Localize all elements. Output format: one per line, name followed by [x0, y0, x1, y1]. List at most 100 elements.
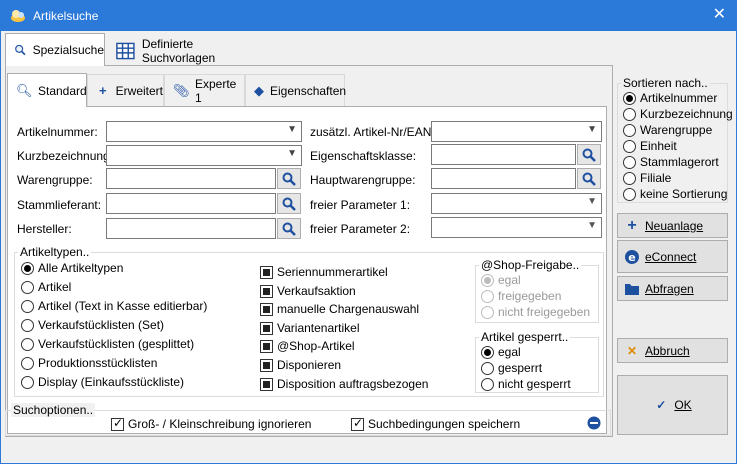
checkbox-label: manuelle Chargenauswahl: [277, 302, 420, 316]
radio-label: egal: [498, 273, 521, 287]
stammlieferant-search-button[interactable]: [277, 193, 301, 214]
hauptwarengruppe-search-button[interactable]: [577, 168, 601, 189]
sort-radio[interactable]: Artikelnummer: [623, 91, 717, 105]
artikeltyp-radio[interactable]: Produktionsstücklisten: [21, 356, 157, 370]
subtab-erweitert[interactable]: + Erweitert: [87, 74, 164, 106]
e-icon: e: [625, 249, 639, 264]
param1-combo[interactable]: ▼: [431, 193, 602, 214]
artikeltyp-radio[interactable]: Verkaufstücklisten (Set): [21, 318, 164, 332]
gesperrt-radio[interactable]: egal: [481, 345, 521, 359]
eigenschaftsklasse-search-button[interactable]: [577, 144, 601, 165]
sort-radio[interactable]: Einheit: [623, 139, 677, 153]
radio-dot: [623, 171, 636, 185]
case-insensitive-checkbox[interactable]: Groß- / Kleinschreibung ignorieren: [111, 416, 311, 431]
artikeltyp-checkbox[interactable]: Disponieren: [260, 358, 341, 372]
button-label: Neuanlage: [645, 218, 704, 233]
radio-dot: [21, 356, 34, 370]
save-conditions-checkbox[interactable]: Suchbedingungen speichern: [351, 416, 521, 431]
radio-dot: [21, 375, 34, 389]
sortieren-title: Sortieren nach..: [621, 76, 710, 90]
param2-combo[interactable]: ▼: [431, 217, 602, 238]
search-icon: 🔍︎: [16, 82, 33, 98]
artikeltyp-radio[interactable]: Artikel (Text in Kasse editierbar): [21, 299, 207, 313]
radio-label: Produktionsstücklisten: [38, 356, 158, 370]
subtab-eigenschaften[interactable]: ◆ Eigenschaften: [245, 74, 347, 106]
collapse-icon[interactable]: [587, 416, 601, 430]
artikeltyp-checkbox[interactable]: Disposition auftragsbezogen: [260, 377, 428, 391]
button-label: eConnect: [645, 249, 697, 264]
artikelnummer-combo[interactable]: ▼: [106, 121, 302, 142]
radio-dot: [481, 377, 494, 391]
warengruppe-search-button[interactable]: [277, 168, 301, 189]
sort-radio[interactable]: keine Sortierung: [623, 187, 727, 201]
close-icon[interactable]: ✕: [713, 5, 726, 25]
app-icon: [11, 10, 25, 22]
folder-icon: [625, 283, 639, 295]
tab-suchvorlagen[interactable]: Definierte Suchvorlagen: [107, 35, 263, 66]
checkbox-label: Seriennummerartikel: [277, 265, 388, 279]
kurzbezeichnung-combo[interactable]: ▼: [106, 145, 302, 166]
subtab-label: Standard: [38, 83, 87, 98]
tab-label: Spezialsuche: [32, 43, 104, 57]
radio-label: Artikel: [38, 280, 72, 294]
checkbox-box: [351, 416, 364, 431]
radio-label: keine Sortierung: [640, 187, 728, 201]
radio-dot: [21, 299, 34, 313]
sort-radio[interactable]: Filiale: [623, 171, 671, 185]
artikeltyp-checkbox[interactable]: manuelle Chargenauswahl: [260, 302, 419, 316]
econnect-button[interactable]: e eConnect: [617, 240, 728, 273]
chevron-down-icon[interactable]: ▼: [287, 148, 297, 159]
radio-label: Verkaufstücklisten (Set): [38, 318, 165, 332]
gesperrt-radio[interactable]: gesperrt: [481, 361, 542, 375]
svg-text:e: e: [628, 251, 635, 264]
cancel-icon: ✕: [626, 343, 638, 358]
hersteller-search-button[interactable]: [277, 218, 301, 239]
chevron-down-icon[interactable]: ▼: [587, 220, 597, 231]
chevron-down-icon[interactable]: ▼: [287, 124, 297, 135]
artikeltyp-radio[interactable]: Alle Artikeltypen: [21, 261, 123, 275]
artikeltyp-radio[interactable]: Verkaufstücklisten (gesplittet): [21, 337, 194, 351]
eigenschaftsklasse-input[interactable]: [431, 144, 576, 165]
warengruppe-input[interactable]: [106, 168, 276, 189]
window-title: Artikelsuche: [33, 9, 99, 23]
artikeltyp-checkbox[interactable]: Seriennummerartikel: [260, 265, 388, 279]
artikeltyp-radio[interactable]: Artikel: [21, 280, 71, 294]
sort-radio[interactable]: Kurzbezeichnung: [623, 107, 733, 121]
checkbox-box: [260, 284, 273, 298]
gesperrt-radio[interactable]: nicht gesperrt: [481, 377, 571, 391]
abfragen-button[interactable]: Abfragen: [617, 276, 728, 301]
hersteller-input[interactable]: [106, 218, 276, 239]
artikeltyp-checkbox[interactable]: @Shop-Artikel: [260, 339, 355, 353]
subtab-experte[interactable]: 📎︎ Experte 1: [164, 74, 245, 106]
subtab-standard[interactable]: 🔍︎ Standard: [7, 73, 87, 107]
neuanlage-button[interactable]: + Neuanlage: [617, 213, 728, 238]
radio-label: Artikel (Text in Kasse editierbar): [38, 299, 208, 313]
artikeltyp-radio[interactable]: Display (Einkaufsstückliste): [21, 375, 184, 389]
sort-radio[interactable]: Warengruppe: [623, 123, 712, 137]
checkbox-label: Suchbedingungen speichern: [368, 417, 521, 431]
artikeltyp-checkbox[interactable]: Variantenartikel: [260, 321, 360, 335]
abbruch-button[interactable]: ✕ Abbruch: [617, 338, 728, 363]
ok-button[interactable]: ✓ OK: [617, 375, 728, 435]
label-warengruppe: Warengruppe:: [17, 173, 93, 187]
shop-freigabe-radio: freigegeben: [481, 289, 561, 303]
hauptwarengruppe-input[interactable]: [431, 168, 576, 189]
radio-dot: [623, 123, 636, 137]
radio-dot: [623, 107, 636, 121]
magnifier-icon: [15, 44, 26, 56]
zusaetzl-combo[interactable]: ▼: [431, 121, 602, 142]
label-hauptwarengruppe: Hauptwarengruppe:: [310, 173, 416, 187]
checkbox-box: [260, 302, 273, 316]
tab-spezialsuche[interactable]: Spezialsuche: [5, 33, 105, 66]
chevron-down-icon[interactable]: ▼: [587, 196, 597, 207]
search-icon: [282, 222, 296, 236]
sort-radio[interactable]: Stammlagerort: [623, 155, 719, 169]
radio-dot: [623, 155, 636, 169]
radio-label: Warengruppe: [640, 123, 713, 137]
radio-label: Einheit: [640, 139, 677, 153]
checkbox-label: Disposition auftragsbezogen: [277, 377, 429, 391]
artikeltyp-checkbox[interactable]: Verkaufsaktion: [260, 284, 356, 298]
stammlieferant-input[interactable]: [106, 193, 276, 214]
chevron-down-icon[interactable]: ▼: [587, 124, 597, 135]
subtab-label: Eigenschaften: [270, 83, 347, 98]
